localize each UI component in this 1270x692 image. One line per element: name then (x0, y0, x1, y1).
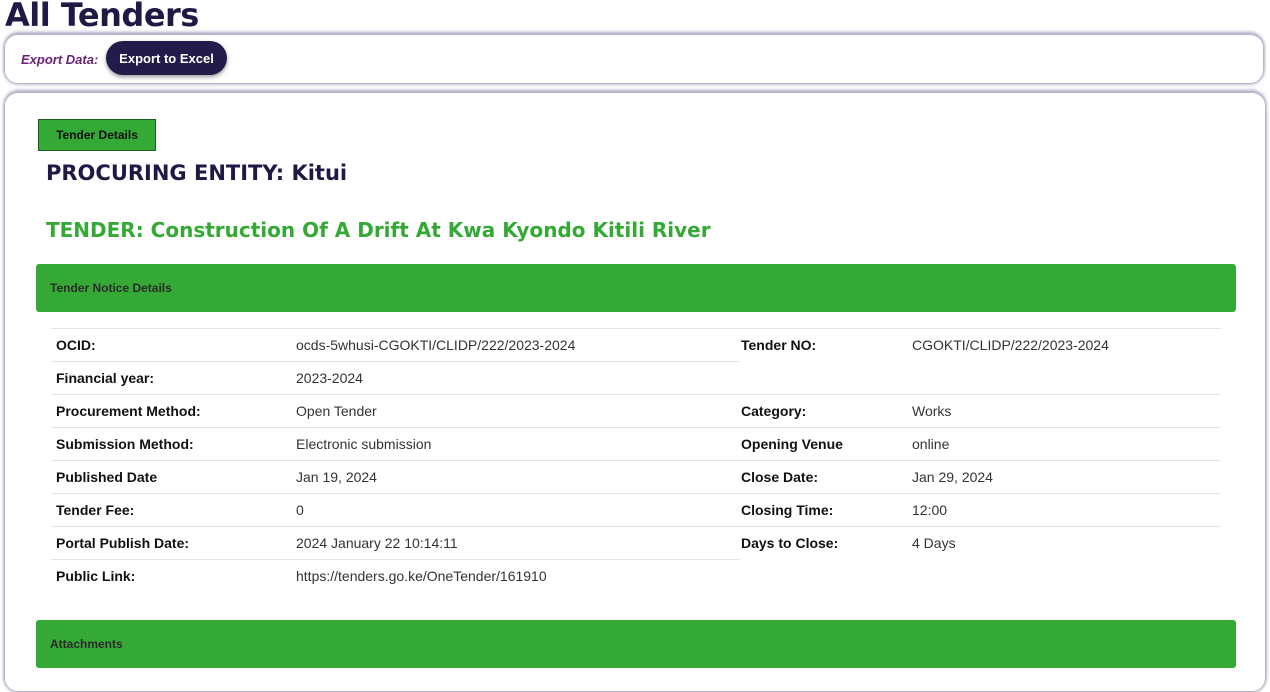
page-title: All Tenders (5, 0, 199, 34)
table-row: Submission Method: Electronic submission… (51, 427, 1221, 460)
tender-no-value: CGOKTI/CLIDP/222/2023-2024 (912, 337, 1109, 353)
table-row: Financial year: 2023-2024 (51, 361, 1221, 394)
attachments-header[interactable]: Attachments (36, 620, 1236, 668)
financial-year-label: Financial year: (56, 370, 155, 386)
days-to-close-value: 4 Days (912, 535, 956, 551)
tender-fee-value: 0 (296, 502, 304, 518)
table-row: Portal Publish Date: 2024 January 22 10:… (51, 526, 1221, 559)
table-row: Published Date Jan 19, 2024 Close Date: … (51, 460, 1221, 493)
close-date-label: Close Date: (741, 469, 819, 485)
public-link-label: Public Link: (56, 568, 136, 584)
procuring-entity-heading: PROCURING ENTITY: Kitui (46, 161, 348, 185)
ocid-value: ocds-5whusi-CGOKTI/CLIDP/222/2023-2024 (296, 337, 576, 353)
procurement-method-value: Open Tender (296, 403, 377, 419)
tender-detail-card: Tender Details PROCURING ENTITY: Kitui T… (4, 92, 1266, 692)
table-row: Procurement Method: Open Tender Category… (51, 394, 1221, 427)
tender-fee-label: Tender Fee: (56, 502, 135, 518)
export-to-excel-button[interactable]: Export to Excel (106, 41, 227, 75)
tender-no-label: Tender NO: (741, 337, 817, 353)
portal-publish-date-label: Portal Publish Date: (56, 535, 190, 551)
export-toolbar: Export Data: Export to Excel (4, 34, 1264, 84)
opening-venue-value: online (912, 436, 950, 452)
public-link[interactable]: https://tenders.go.ke/OneTender/161910 (296, 560, 547, 592)
closing-time-label: Closing Time: (741, 502, 834, 518)
published-date-label: Published Date (56, 469, 158, 485)
closing-time-value: 12:00 (912, 502, 948, 518)
published-date-value: Jan 19, 2024 (296, 469, 377, 485)
category-value: Works (912, 403, 952, 419)
financial-year-value: 2023-2024 (296, 370, 363, 386)
ocid-label: OCID: (56, 337, 96, 353)
submission-method-label: Submission Method: (56, 436, 194, 452)
tender-info-table: OCID: ocds-5whusi-CGOKTI/CLIDP/222/2023-… (51, 328, 1221, 592)
opening-venue-label: Opening Venue (741, 436, 843, 452)
table-row: Public Link: https://tenders.go.ke/OneTe… (51, 559, 1221, 592)
tender-title-heading: TENDER: Construction Of A Drift At Kwa K… (46, 218, 711, 242)
portal-publish-date-value: 2024 January 22 10:14:11 (296, 535, 458, 551)
table-row: Tender Fee: 0 Closing Time: 12:00 (51, 493, 1221, 526)
tender-notice-details-header[interactable]: Tender Notice Details (36, 264, 1236, 312)
category-label: Category: (741, 403, 807, 419)
table-row: OCID: ocds-5whusi-CGOKTI/CLIDP/222/2023-… (51, 328, 1221, 361)
procurement-method-label: Procurement Method: (56, 403, 201, 419)
tab-tender-details[interactable]: Tender Details (38, 119, 156, 151)
export-label: Export Data: (21, 52, 99, 67)
submission-method-value: Electronic submission (296, 436, 432, 452)
close-date-value: Jan 29, 2024 (912, 469, 993, 485)
days-to-close-label: Days to Close: (741, 535, 839, 551)
